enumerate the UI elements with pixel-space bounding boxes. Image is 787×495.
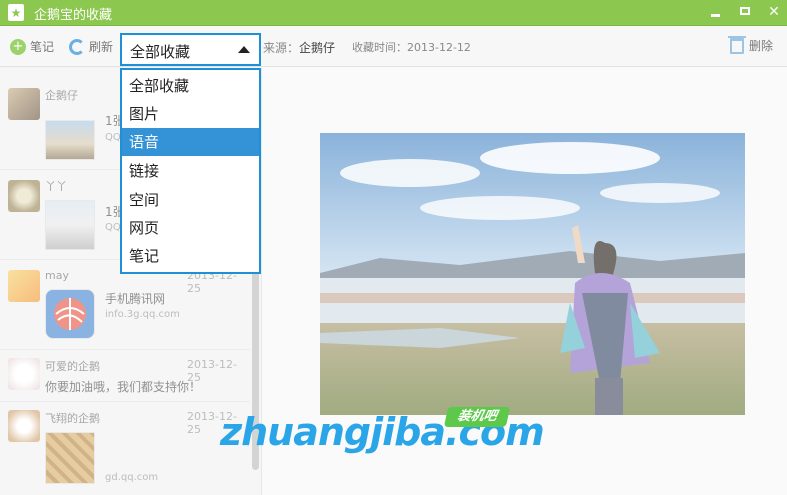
- avatar: [8, 88, 40, 120]
- title-bar: ★ 企鹅宝的收藏 ✕: [0, 0, 787, 26]
- dropdown-option-voice[interactable]: 语音: [122, 128, 259, 156]
- collect-time-value: 2013-12-12: [407, 41, 471, 54]
- note-label: 笔记: [30, 40, 55, 54]
- image-thumbnail: [45, 120, 95, 160]
- source-value: 企鹅仔: [299, 41, 336, 55]
- refresh-icon: [69, 38, 85, 55]
- avatar: [8, 180, 40, 212]
- minimize-button[interactable]: [707, 4, 725, 20]
- app-icon: [45, 289, 95, 339]
- toolbar: + 笔记 刷新 来源：企鹅仔 收藏时间：2013-12-12 删除: [0, 26, 787, 67]
- delete-button[interactable]: 删除: [728, 35, 774, 54]
- caret-up-icon: [238, 46, 250, 53]
- filter-dropdown-menu: 全部收藏 图片 语音 链接 空间 网页 笔记: [120, 68, 261, 274]
- filter-select-value: 全部收藏: [130, 43, 191, 61]
- list-item[interactable]: 飞翔的企鹅 2013-12-25 gd.qq.com: [0, 402, 250, 495]
- avatar: [8, 358, 40, 390]
- trash-icon: [728, 35, 746, 54]
- dropdown-option-notes[interactable]: 笔记: [122, 242, 259, 270]
- star-icon: ★: [8, 4, 24, 21]
- collect-time-info: 收藏时间：2013-12-12: [352, 41, 471, 54]
- add-icon: +: [10, 38, 26, 55]
- preview-image: [320, 133, 745, 415]
- delete-label: 删除: [749, 39, 774, 53]
- refresh-button[interactable]: 刷新: [69, 38, 113, 55]
- list-item[interactable]: 可爱的企鹅 2013-12-25 你要加油哦，我们都支持你！: [0, 350, 250, 402]
- close-button[interactable]: ✕: [765, 4, 783, 20]
- maximize-button[interactable]: [736, 4, 754, 20]
- source-info: 来源：企鹅仔: [263, 41, 336, 55]
- image-thumbnail: [45, 200, 95, 250]
- dropdown-option-links[interactable]: 链接: [122, 157, 259, 185]
- window-title: 企鹅宝的收藏: [34, 8, 113, 23]
- dropdown-option-webpages[interactable]: 网页: [122, 214, 259, 242]
- note-button[interactable]: + 笔记: [10, 38, 54, 55]
- dropdown-option-images[interactable]: 图片: [122, 100, 259, 128]
- filter-select[interactable]: 全部收藏: [120, 33, 261, 66]
- watermark-badge: 装机吧: [443, 407, 511, 427]
- avatar: [8, 270, 40, 302]
- refresh-label: 刷新: [89, 40, 114, 54]
- list-item[interactable]: may 2013-12-25 手机腾讯网 info.3g.qq.com: [0, 262, 250, 350]
- dropdown-option-qzone[interactable]: 空间: [122, 186, 259, 214]
- avatar: [8, 410, 40, 442]
- dropdown-option-all[interactable]: 全部收藏: [122, 72, 259, 100]
- image-thumbnail: [45, 432, 95, 484]
